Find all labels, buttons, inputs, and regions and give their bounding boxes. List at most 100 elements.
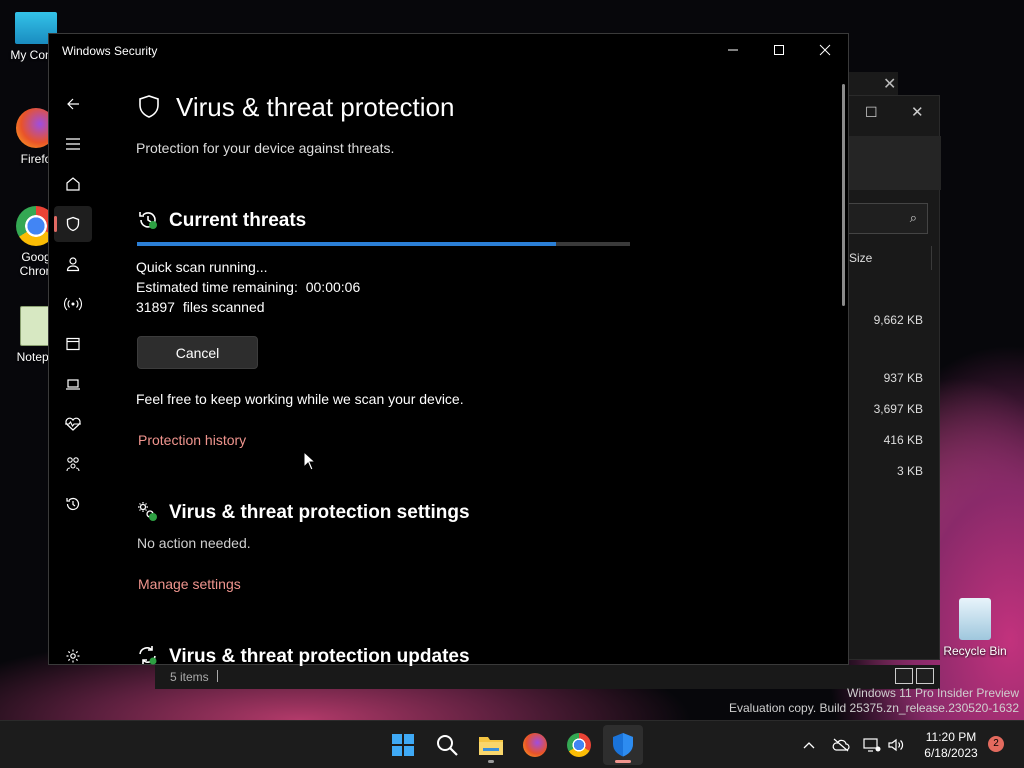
- current-threats-heading: Current threats: [169, 210, 307, 231]
- maximize-icon: [774, 45, 784, 55]
- nav-device-performance-health[interactable]: [54, 406, 92, 442]
- nav-account-protection[interactable]: [54, 246, 92, 282]
- laptop-icon: [66, 379, 80, 390]
- close-button[interactable]: [802, 34, 848, 66]
- firefox-icon: [523, 733, 547, 757]
- file-size: 3,697 KB: [873, 402, 923, 416]
- keep-working-note: Feel free to keep working while we scan …: [136, 391, 464, 407]
- shield-icon: [139, 95, 159, 118]
- chrome-icon: [567, 733, 591, 757]
- nav-virus-threat-protection[interactable]: [54, 206, 92, 242]
- taskbar-chrome[interactable]: [559, 725, 599, 765]
- mouse-cursor-icon: [303, 451, 317, 471]
- network-tray-button[interactable]: [862, 735, 882, 755]
- nav-home[interactable]: [54, 166, 92, 202]
- recycle-bin-icon: [959, 598, 991, 640]
- show-hidden-icons-button[interactable]: [799, 735, 819, 755]
- start-icon: [392, 734, 414, 756]
- file-size: 416 KB: [883, 433, 923, 447]
- files-scanned-count: 31897: [136, 299, 175, 315]
- item-count: 5 items: [170, 670, 209, 684]
- search-icon: [437, 735, 458, 756]
- taskbar-file-explorer[interactable]: [471, 725, 511, 765]
- active-indicator: [615, 760, 631, 763]
- insider-watermark: Windows 11 Pro Insider Preview Evaluatio…: [729, 686, 1019, 716]
- nav-family-options[interactable]: [54, 446, 92, 482]
- time-remaining: Estimated time remaining: 00:00:06: [136, 279, 360, 295]
- time-remaining-value: 00:00:06: [305, 279, 361, 295]
- protection-updates-heading: Virus & threat protection updates: [169, 646, 470, 667]
- watermark-line: Evaluation copy. Build 25375.zn_release.…: [729, 701, 1019, 715]
- page-subtitle: Protection for your device against threa…: [136, 140, 395, 156]
- family-icon: [66, 457, 80, 472]
- nav-app-browser-control[interactable]: [54, 326, 92, 362]
- desktop-icon-recycle-bin[interactable]: Recycle Bin: [940, 598, 1010, 658]
- taskbar: 11:20 PM 6/18/2023: [0, 720, 1024, 768]
- chevron-up-icon: [803, 742, 815, 749]
- protection-history-link[interactable]: Protection history: [138, 432, 246, 448]
- search-icon: ⌕: [909, 210, 917, 225]
- close-icon[interactable]: ✕: [911, 103, 924, 121]
- back-arrow-icon: [67, 98, 79, 110]
- heart-pulse-icon: [65, 417, 81, 431]
- windows-security-window: Windows Security Virus & threat protecti…: [48, 33, 849, 667]
- notification-badge[interactable]: 2: [988, 736, 1004, 752]
- maximize-button[interactable]: [756, 34, 802, 66]
- watermark-line: Windows 11 Pro Insider Preview: [847, 686, 1019, 700]
- gear-icon: [66, 649, 80, 663]
- scan-progress-fill: [137, 242, 557, 246]
- scrollbar[interactable]: [842, 84, 845, 306]
- status-separator: [217, 670, 218, 682]
- protection-settings-heading: Virus & threat protection settings: [169, 502, 470, 523]
- person-icon: [66, 257, 80, 272]
- back-button[interactable]: [54, 86, 92, 122]
- taskbar-windows-security[interactable]: [603, 725, 643, 765]
- nav-firewall-network[interactable]: [54, 286, 92, 322]
- file-size: 9,662 KB: [873, 313, 923, 327]
- nav-device-security[interactable]: [54, 366, 92, 402]
- explorer-toolbar: [839, 136, 941, 190]
- size-column-header[interactable]: Size: [849, 251, 872, 265]
- hamburger-icon: [66, 138, 80, 150]
- maximize-icon[interactable]: ☐: [865, 104, 878, 121]
- cloud-off-icon: [832, 738, 850, 752]
- column-divider: [931, 246, 932, 270]
- menu-button[interactable]: [54, 126, 92, 162]
- large-icons-view-button[interactable]: [916, 668, 934, 684]
- onedrive-tray-button[interactable]: [831, 735, 851, 755]
- speaker-icon: [888, 738, 904, 752]
- close-icon[interactable]: ✕: [883, 74, 896, 94]
- scan-status: Quick scan running...: [136, 259, 268, 275]
- window-title: Windows Security: [62, 44, 158, 58]
- taskbar-clock[interactable]: 11:20 PM 6/18/2023: [916, 729, 986, 761]
- details-view-button[interactable]: [895, 668, 913, 684]
- nav-settings[interactable]: [54, 638, 92, 674]
- page-title: Virus & threat protection: [176, 92, 455, 122]
- shield-icon: [66, 216, 80, 232]
- close-icon: [819, 44, 831, 56]
- antenna-icon: [64, 297, 82, 311]
- taskbar-search-button[interactable]: [427, 725, 467, 765]
- time-remaining-label: Estimated time remaining:: [136, 279, 298, 295]
- desktop-icon-label: Recycle Bin: [943, 644, 1007, 658]
- file-explorer-icon: [479, 737, 503, 755]
- taskbar-firefox[interactable]: [515, 725, 555, 765]
- clock-time: 11:20 PM: [925, 730, 977, 744]
- settings-gear-check-icon: [138, 502, 157, 521]
- update-refresh-icon: [139, 646, 157, 665]
- file-explorer-window: ☐ ✕ ⌕ Size 9,662 KB 937 KB 3,697 KB 416 …: [838, 95, 941, 660]
- windows-security-icon: [613, 733, 633, 757]
- scan-history-icon: [139, 212, 157, 229]
- explorer-search-box[interactable]: ⌕: [839, 203, 928, 234]
- scan-progress-bar: [137, 242, 630, 246]
- start-button[interactable]: [383, 725, 423, 765]
- files-scanned-label: files scanned: [182, 299, 265, 315]
- manage-settings-link[interactable]: Manage settings: [138, 576, 241, 592]
- file-size: 3 KB: [896, 464, 923, 478]
- clock-date: 6/18/2023: [924, 746, 978, 760]
- history-icon: [66, 497, 80, 511]
- minimize-button[interactable]: [710, 34, 756, 66]
- nav-protection-history[interactable]: [54, 486, 92, 522]
- cancel-scan-button[interactable]: Cancel: [137, 336, 258, 369]
- volume-tray-button[interactable]: [886, 735, 906, 755]
